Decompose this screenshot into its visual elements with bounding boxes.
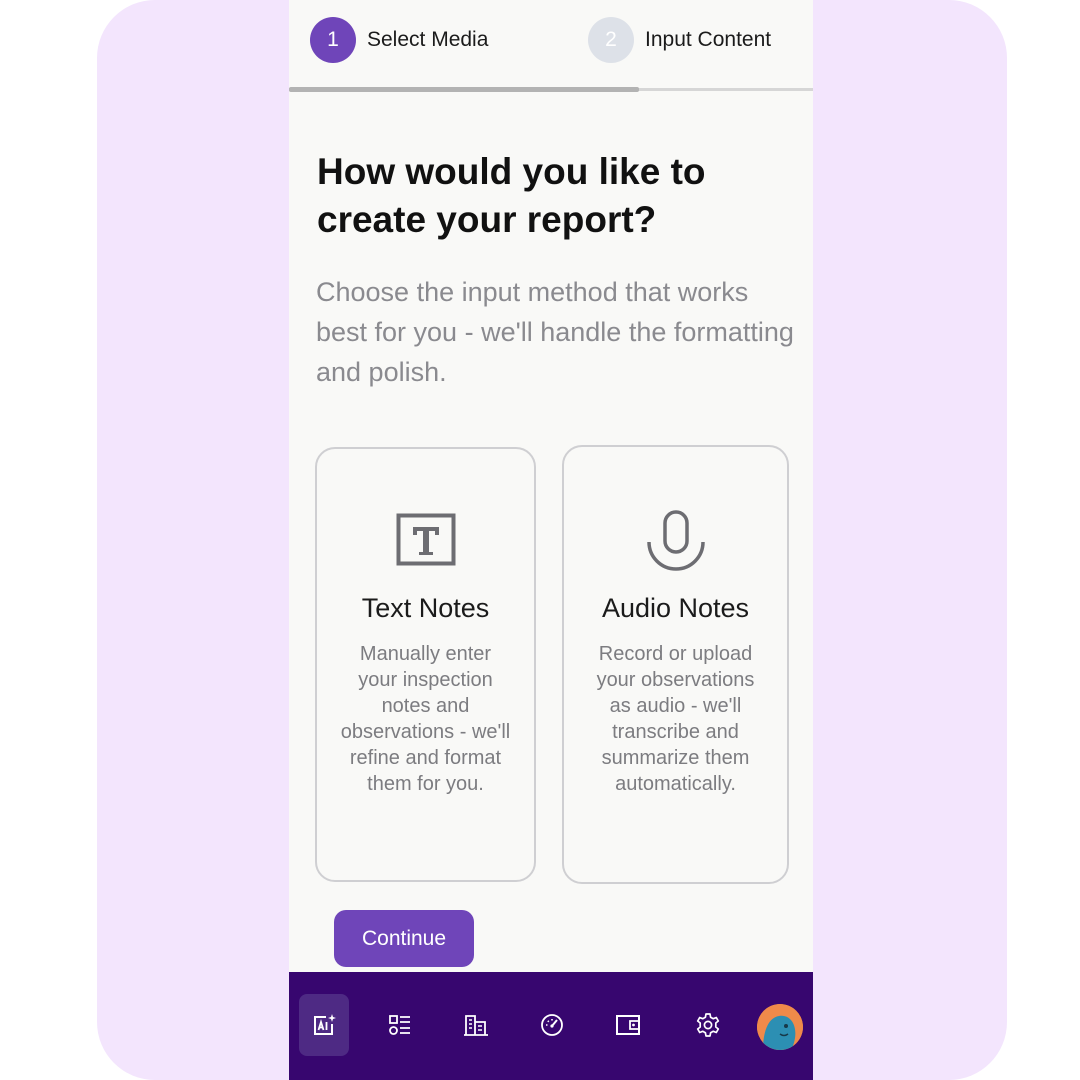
step-number-badge: 2 [588, 17, 634, 63]
step-label: Input Content [645, 28, 772, 51]
building-icon [464, 1015, 488, 1036]
user-avatar[interactable] [757, 1004, 803, 1050]
page-title: How would you like to create your report… [317, 151, 706, 240]
bottom-nav [289, 972, 813, 1080]
nav-item-dashboard[interactable] [527, 994, 577, 1056]
option-title: Text Notes [361, 593, 490, 623]
option-title: Audio Notes [601, 593, 750, 623]
nav-item-ai[interactable] [299, 994, 349, 1056]
stepper: 1 Select Media 2 Input Content [289, 0, 813, 94]
audio-notes-option[interactable]: Audio Notes Record or upload your observ… [562, 445, 789, 884]
step-select-media[interactable]: 1 Select Media [310, 17, 488, 63]
option-description: Record or upload your observations as au… [596, 643, 755, 795]
checklist-icon [389, 1015, 410, 1035]
nav-item-buildings[interactable] [451, 994, 501, 1056]
app-screen: 1 Select Media 2 Input Content How would… [289, 0, 813, 1080]
step-label: Select Media [367, 28, 489, 51]
avatar-illustration [757, 1004, 803, 1050]
progress-fill [289, 87, 639, 92]
step-input-content[interactable]: 2 Input Content [588, 17, 771, 63]
step-number-badge: 1 [310, 17, 356, 63]
settings-gear-icon [696, 1013, 720, 1037]
option-description: Manually enter your inspection notes and… [340, 643, 511, 795]
nav-item-settings[interactable] [683, 994, 733, 1056]
wallet-icon [616, 1015, 640, 1035]
continue-button[interactable]: Continue [334, 910, 474, 967]
nav-item-checklist[interactable] [375, 994, 425, 1056]
microphone-icon [646, 510, 705, 571]
page-subtitle: Choose the input method that works best … [316, 277, 794, 387]
dashboard-gauge-icon [541, 1014, 563, 1036]
nav-item-wallet[interactable] [603, 994, 653, 1056]
ai-sparkle-icon [314, 1014, 336, 1035]
text-notes-option[interactable]: Text Notes Manually enter your inspectio… [315, 447, 536, 882]
text-box-icon [396, 513, 455, 566]
